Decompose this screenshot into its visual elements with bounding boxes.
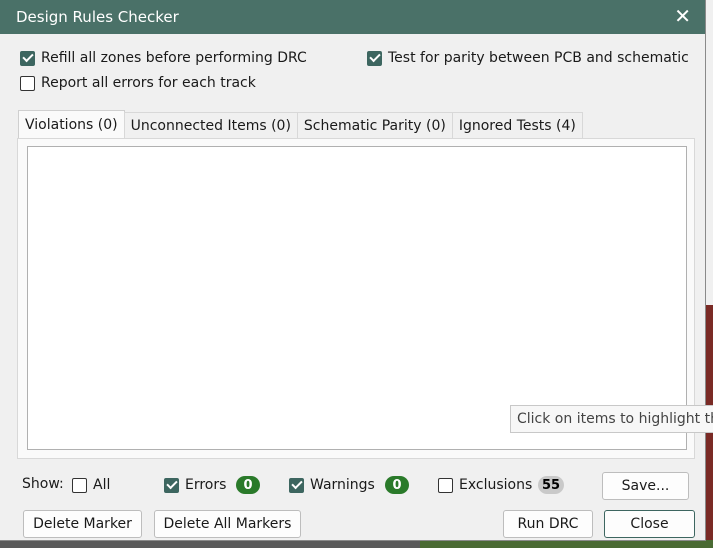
checkbox-unchecked-icon bbox=[72, 477, 87, 493]
show-errors-checkbox[interactable]: Errors bbox=[164, 477, 226, 493]
refill-zones-checkbox[interactable]: Refill all zones before performing DRC bbox=[20, 50, 307, 66]
test-parity-label: Test for parity between PCB and schemati… bbox=[388, 50, 689, 66]
show-label: Show: bbox=[22, 476, 64, 492]
refill-zones-label: Refill all zones before performing DRC bbox=[41, 50, 307, 66]
tab-ignored-tests[interactable]: Ignored Tests (4) bbox=[451, 112, 583, 139]
show-warnings-label: Warnings bbox=[310, 477, 375, 493]
report-all-errors-checkbox[interactable]: Report all errors for each track bbox=[20, 75, 256, 91]
show-exclusions-label: Exclusions bbox=[459, 477, 533, 493]
show-warnings-checkbox[interactable]: Warnings bbox=[289, 477, 375, 493]
run-drc-button[interactable]: Run DRC bbox=[503, 510, 593, 538]
test-parity-checkbox[interactable]: Test for parity between PCB and schemati… bbox=[367, 50, 689, 66]
report-all-errors-label: Report all errors for each track bbox=[41, 75, 256, 91]
checkbox-checked-icon bbox=[367, 50, 382, 66]
tab-violations[interactable]: Violations (0) bbox=[18, 110, 125, 139]
show-all-checkbox[interactable]: All bbox=[72, 477, 110, 493]
delete-all-markers-button[interactable]: Delete All Markers bbox=[154, 510, 301, 538]
errors-count-badge: 0 bbox=[236, 476, 260, 494]
warnings-count-badge: 0 bbox=[385, 476, 409, 494]
save-button[interactable]: Save... bbox=[602, 472, 689, 500]
checkbox-unchecked-icon bbox=[20, 75, 35, 91]
close-button[interactable]: Close bbox=[604, 510, 695, 538]
show-exclusions-checkbox[interactable]: Exclusions bbox=[438, 477, 532, 493]
show-errors-label: Errors bbox=[185, 477, 227, 493]
title-bar: Design Rules Checker ✕ bbox=[0, 0, 705, 34]
tab-bar: Violations (0) Unconnected Items (0) Sch… bbox=[18, 110, 583, 140]
checkbox-checked-icon bbox=[20, 50, 35, 66]
show-all-label: All bbox=[93, 477, 111, 493]
delete-marker-button[interactable]: Delete Marker bbox=[23, 510, 142, 538]
checkbox-unchecked-icon bbox=[438, 477, 453, 493]
tab-schematic-parity[interactable]: Schematic Parity (0) bbox=[296, 112, 453, 139]
tooltip: Click on items to highlight them bbox=[510, 405, 713, 433]
background-pcb-bottom bbox=[0, 540, 713, 548]
close-icon[interactable]: ✕ bbox=[674, 4, 691, 28]
drc-dialog: Design Rules Checker ✕ Refill all zones … bbox=[0, 0, 713, 541]
exclusions-count-badge: 55 bbox=[538, 476, 565, 494]
checkbox-checked-icon bbox=[289, 477, 304, 493]
window-title: Design Rules Checker bbox=[16, 8, 179, 26]
tab-unconnected-items[interactable]: Unconnected Items (0) bbox=[123, 112, 298, 139]
checkbox-checked-icon bbox=[164, 477, 179, 493]
